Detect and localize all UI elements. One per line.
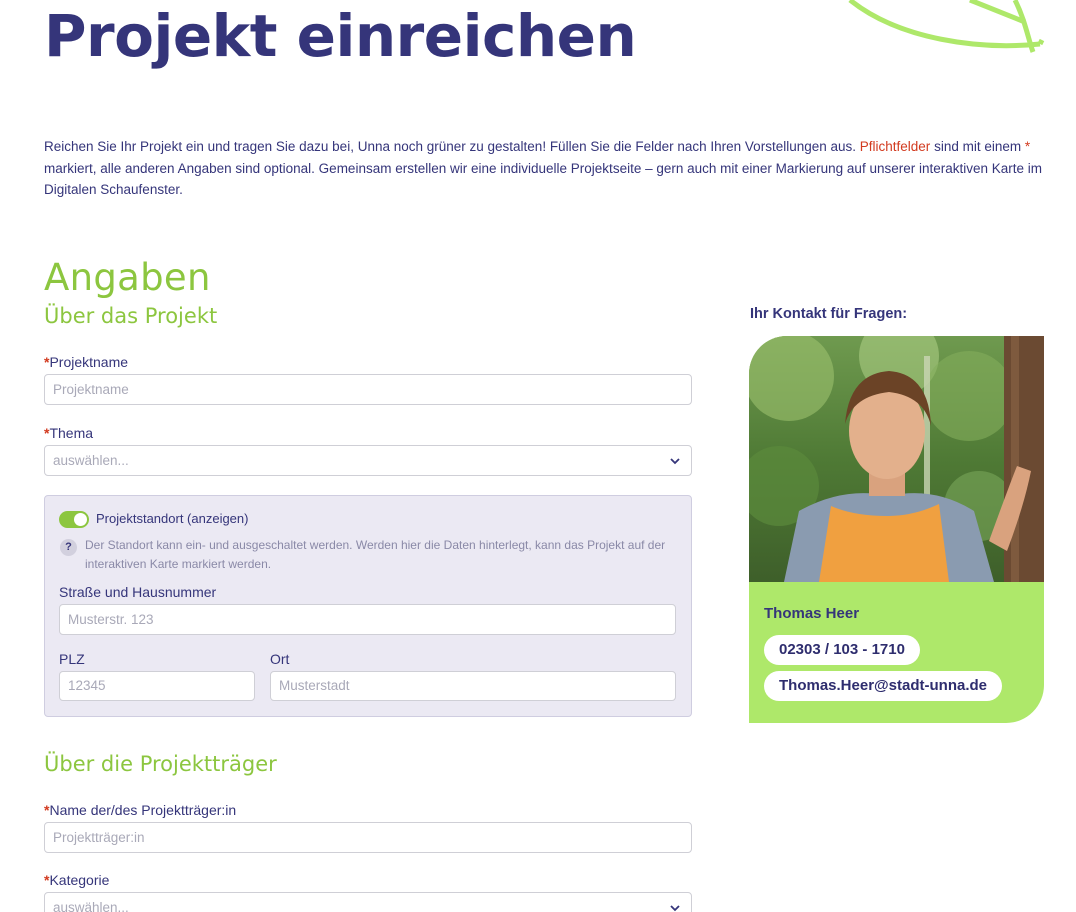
help-icon: ? <box>60 539 77 556</box>
section-traeger-heading: Über die Projektträger <box>44 752 277 776</box>
plz-label: PLZ <box>59 651 85 667</box>
street-label: Straße und Hausnummer <box>59 584 217 600</box>
thema-label: *Thema <box>44 425 94 441</box>
intro-text: Reichen Sie Ihr Projekt ein und tragen S… <box>44 139 1043 197</box>
contact-card: Thomas Heer 02303 / 103 - 1710 Thomas.He… <box>749 336 1044 723</box>
form-heading: Angaben <box>44 256 211 299</box>
section-project-heading: Über das Projekt <box>44 304 218 328</box>
contact-heading: Ihr Kontakt für Fragen: <box>750 306 908 322</box>
contact-email[interactable]: Thomas.Heer@stadt-unna.de <box>764 671 1002 701</box>
contact-phone[interactable]: 02303 / 103 - 1710 <box>764 635 920 665</box>
chevron-down-icon <box>670 458 680 465</box>
page-title: Projekt einreichen <box>44 2 637 70</box>
kategorie-select[interactable]: auswählen... <box>44 892 692 912</box>
ort-input[interactable]: Musterstadt <box>270 671 676 701</box>
chevron-down-icon <box>670 905 680 912</box>
projektname-input[interactable]: Projektname <box>44 374 692 405</box>
projektname-label: *Projektname <box>44 354 129 370</box>
contact-name: Thomas Heer <box>764 605 860 622</box>
ort-label: Ort <box>270 651 290 667</box>
required-fields-link[interactable]: Pflichtfelder <box>860 139 931 154</box>
traeger-name-label: *Name der/des Projektträger:in <box>44 802 237 818</box>
location-toggle-label: Projektstandort (anzeigen) <box>96 511 249 526</box>
location-help-text: Der Standort kann ein- und ausgeschaltet… <box>85 538 666 571</box>
street-input[interactable]: Musterstr. 123 <box>59 604 676 635</box>
location-panel: Projektstandort (anzeigen) ? Der Standor… <box>44 495 692 717</box>
plz-input[interactable]: 12345 <box>59 671 255 701</box>
thema-select[interactable]: auswählen... <box>44 445 692 476</box>
traeger-name-input[interactable]: Projektträger:in <box>44 822 692 853</box>
location-toggle[interactable] <box>59 511 89 528</box>
kategorie-label: *Kategorie <box>44 872 110 888</box>
contact-photo <box>749 336 1044 582</box>
leaf-decoration <box>848 0 1045 53</box>
